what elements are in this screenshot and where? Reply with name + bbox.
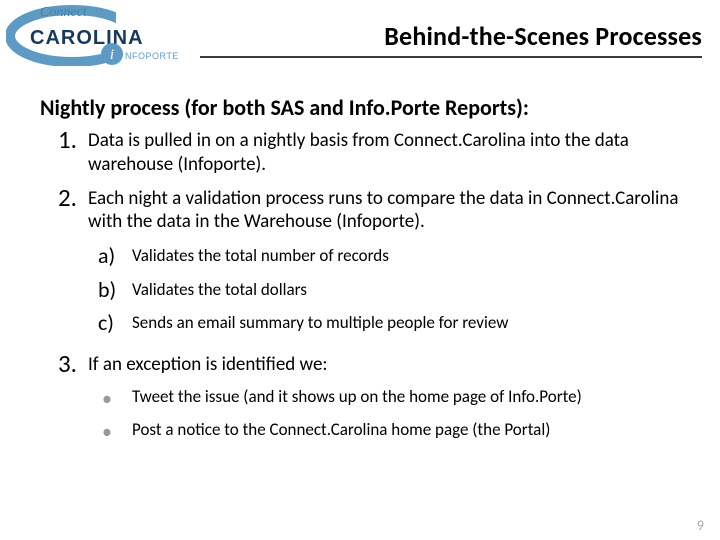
list-item: 3. If an exception is identified we: • T… bbox=[40, 351, 690, 453]
list-item: • Post a notice to the Connect.Carolina … bbox=[88, 419, 582, 442]
alpha-sublist: a) Validates the total number of records… bbox=[88, 242, 690, 337]
logo-top-word: Connect bbox=[40, 5, 88, 20]
list-item: b) Validates the total dollars bbox=[88, 276, 690, 304]
list-marker: 3. bbox=[40, 351, 88, 377]
intro-heading: Nightly process (for both SAS and Info.P… bbox=[40, 94, 690, 121]
numbered-list: 1. Data is pulled in on a nightly basis … bbox=[40, 127, 690, 452]
list-text: Each night a validation process runs to … bbox=[88, 187, 678, 234]
infoporte-badge-letter: i bbox=[110, 47, 114, 63]
list-item: 2. Each night a validation process runs … bbox=[40, 185, 690, 343]
list-text: Validates the total dollars bbox=[132, 276, 307, 301]
list-item: 1. Data is pulled in on a nightly basis … bbox=[40, 127, 690, 177]
connect-carolina-logo: Connect CAROLINA i NFOPORTE bbox=[6, 2, 196, 66]
list-marker: 1. bbox=[40, 127, 88, 153]
list-marker: 2. bbox=[40, 185, 88, 211]
logo-main-word: CAROLINA bbox=[30, 27, 144, 49]
list-item: a) Validates the total number of records bbox=[88, 242, 690, 270]
list-text: Data is pulled in on a nightly basis fro… bbox=[88, 127, 690, 177]
list-text: If an exception is identified we: bbox=[88, 353, 328, 376]
list-text: Validates the total number of records bbox=[132, 242, 389, 267]
list-text: Post a notice to the Connect.Carolina ho… bbox=[132, 419, 550, 441]
bullet-icon: • bbox=[88, 419, 132, 442]
list-text: Sends an email summary to multiple peopl… bbox=[132, 309, 508, 334]
list-marker: b) bbox=[88, 276, 132, 304]
list-item: • Tweet the issue (and it shows up on th… bbox=[88, 386, 582, 409]
list-marker: a) bbox=[88, 242, 132, 270]
slide-header: Connect CAROLINA i NFOPORTE Behind-the-S… bbox=[0, 0, 720, 70]
list-marker: c) bbox=[88, 309, 132, 337]
bullet-icon: • bbox=[88, 386, 132, 409]
infoporte-badge-text: NFOPORTE bbox=[125, 51, 179, 61]
slide-content: Nightly process (for both SAS and Info.P… bbox=[0, 70, 720, 452]
list-item: c) Sends an email summary to multiple pe… bbox=[88, 309, 690, 337]
list-text: Tweet the issue (and it shows up on the … bbox=[132, 386, 582, 408]
bullet-sublist: • Tweet the issue (and it shows up on th… bbox=[88, 386, 582, 442]
title-underline bbox=[200, 56, 702, 58]
page-title: Behind-the-Scenes Processes bbox=[200, 20, 702, 52]
page-number: 9 bbox=[697, 517, 704, 534]
